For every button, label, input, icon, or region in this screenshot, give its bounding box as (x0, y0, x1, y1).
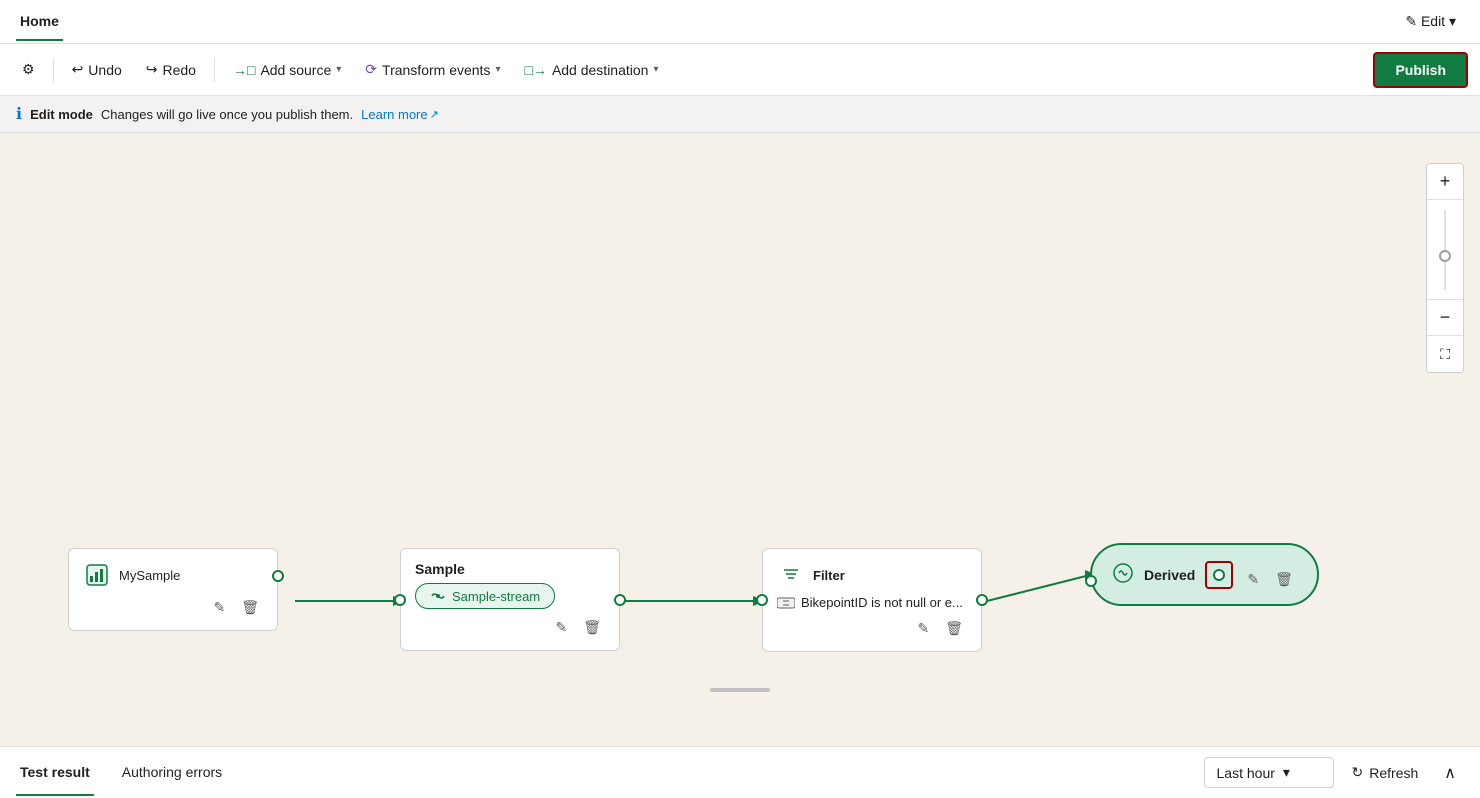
sample-node: Sample Sample-stream ✎ 🗑 (400, 548, 620, 651)
toolbar-separator (53, 58, 54, 82)
collapse-button[interactable]: ∧ (1436, 759, 1464, 787)
derived-title: Derived (1144, 567, 1195, 583)
tab-bar: Home ✎ Edit ▾ (0, 0, 1480, 44)
add-source-icon: →□ (233, 62, 255, 78)
learn-more-link[interactable]: Learn more ↗ (361, 107, 439, 122)
filter-output-dot[interactable] (976, 594, 988, 606)
add-source-chevron: ▾ (336, 64, 341, 75)
transform-events-button[interactable]: ⟳ Transform events ▾ (355, 55, 510, 84)
add-destination-button[interactable]: □→ Add destination ▾ (514, 56, 668, 84)
scroll-hint (710, 688, 770, 692)
info-icon: ℹ (16, 104, 22, 124)
time-range-chevron: ▾ (1283, 764, 1290, 781)
refresh-icon: ↻ (1352, 764, 1364, 781)
derived-edit-button[interactable]: ✎ (1243, 569, 1263, 590)
settings-button[interactable]: ⚙ (12, 55, 45, 84)
refresh-button[interactable]: ↻ Refresh (1342, 758, 1429, 787)
sample-delete-button[interactable]: 🗑 (579, 617, 605, 638)
redo-icon: ↪ (146, 61, 158, 78)
derived-icon (1112, 562, 1134, 587)
undo-icon: ↩ (72, 61, 84, 78)
mysample-delete-button[interactable]: 🗑 (237, 597, 263, 618)
zoom-out-button[interactable]: − (1427, 300, 1463, 336)
zoom-thumb[interactable] (1439, 250, 1451, 262)
zoom-fit-button[interactable]: ⛶ (1427, 336, 1463, 372)
filter-node: Filter BikepointID is not null or e... ✎… (762, 548, 982, 652)
sample-actions: ✎ 🗑 (415, 617, 605, 638)
derived-input-dot[interactable] (1085, 575, 1097, 587)
filter-delete-button[interactable]: 🗑 (941, 618, 967, 639)
mysample-node: MySample ✎ 🗑 (68, 548, 278, 631)
filter-icon (777, 561, 805, 589)
zoom-track (1444, 210, 1446, 290)
filter-actions: ✎ 🗑 (777, 618, 967, 639)
settings-icon: ⚙ (22, 61, 35, 78)
sample-stream-pill: Sample-stream (415, 583, 555, 609)
sample-input-dot[interactable] (394, 594, 406, 606)
time-range-label: Last hour (1217, 765, 1275, 781)
sample-stream-label: Sample-stream (452, 589, 540, 604)
sample-output-dot[interactable] (614, 594, 626, 606)
mysample-icon (83, 561, 111, 589)
edit-button[interactable]: ✎ Edit ▾ (1397, 9, 1464, 34)
mysample-label: MySample (119, 568, 180, 583)
edit-mode-label: Edit mode (30, 107, 93, 122)
toolbar-separator-2 (214, 58, 215, 82)
add-source-button[interactable]: →□ Add source ▾ (223, 56, 351, 84)
mysample-edit-button[interactable]: ✎ (209, 597, 229, 618)
add-destination-icon: □→ (524, 62, 546, 78)
bottom-panel: Test result Authoring errors Last hour ▾… (0, 746, 1480, 798)
filter-input-dot[interactable] (756, 594, 768, 606)
zoom-in-button[interactable]: + (1427, 164, 1463, 200)
mysample-actions: ✎ 🗑 (83, 597, 263, 618)
derived-delete-button[interactable]: 🗑 (1271, 569, 1297, 590)
canvas: MySample ✎ 🗑 Sample Sample-stream ✎ 🗑 (0, 133, 1480, 746)
derived-output-highlight[interactable] (1205, 561, 1233, 589)
bottom-right-controls: Last hour ▾ ↻ Refresh ∧ (1204, 757, 1464, 788)
banner-message: Changes will go live once you publish th… (101, 107, 353, 122)
publish-button[interactable]: Publish (1373, 52, 1468, 88)
filter-title: Filter (813, 568, 845, 583)
toolbar: ⚙ ↩ Undo ↪ Redo →□ Add source ▾ ⟳ Transf… (0, 44, 1480, 96)
edit-banner: ℹ Edit mode Changes will go live once yo… (0, 96, 1480, 133)
redo-button[interactable]: ↪ Redo (136, 55, 206, 84)
time-range-select[interactable]: Last hour ▾ (1204, 757, 1334, 788)
tab-authoring-errors[interactable]: Authoring errors (118, 750, 226, 796)
transform-icon: ⟳ (365, 61, 377, 78)
zoom-controls: + − ⛶ (1426, 163, 1464, 373)
derived-node: Derived ✎ 🗑 (1090, 543, 1319, 606)
mysample-output-dot[interactable] (272, 570, 284, 582)
sample-node-title: Sample (415, 561, 605, 577)
undo-button[interactable]: ↩ Undo (62, 55, 132, 84)
tab-home[interactable]: Home (16, 3, 63, 41)
destination-chevron: ▾ (653, 64, 658, 75)
filter-edit-button[interactable]: ✎ (913, 618, 933, 639)
flow-connections (0, 133, 1480, 746)
tab-test-result[interactable]: Test result (16, 750, 94, 796)
filter-condition: BikepointID is not null or e... (801, 595, 963, 610)
sample-edit-button[interactable]: ✎ (551, 617, 571, 638)
external-link-icon: ↗ (430, 108, 439, 121)
transform-chevron: ▾ (495, 64, 500, 75)
